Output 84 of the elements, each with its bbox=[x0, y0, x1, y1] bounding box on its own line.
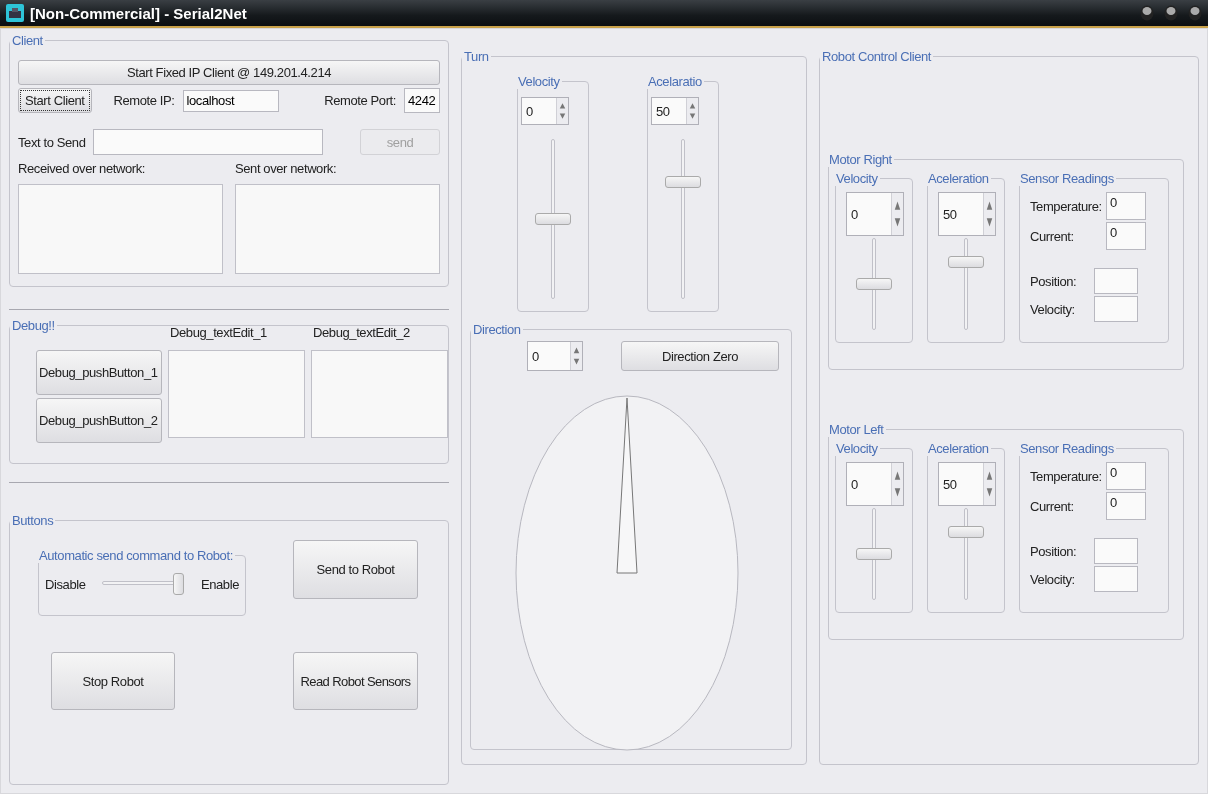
sensor-label: Temperature: bbox=[1030, 468, 1103, 484]
debug-text-edit[interactable] bbox=[311, 350, 448, 438]
spin-box[interactable]: 0 bbox=[846, 462, 904, 506]
remote-ip-field[interactable]: localhost bbox=[182, 89, 279, 112]
field-label: Remote Port: bbox=[324, 93, 396, 108]
window-control-icon[interactable] bbox=[1164, 5, 1178, 21]
field-label: Received over network: bbox=[18, 161, 147, 176]
fixed-ip-client-button[interactable]: Start Fixed IP Client @ 149.201.4.214 bbox=[18, 60, 440, 85]
group-title: Client bbox=[11, 33, 44, 48]
spin-box[interactable]: 0 bbox=[527, 341, 583, 371]
slider-label: Disable bbox=[45, 576, 86, 592]
group-title: Aceleration bbox=[927, 441, 990, 456]
slider-thumb[interactable] bbox=[948, 255, 984, 268]
slider-thumb[interactable] bbox=[856, 548, 892, 560]
spin-arrows-icon[interactable] bbox=[686, 98, 698, 124]
group-title: Velocity bbox=[835, 171, 879, 186]
window-title: [Non-Commercial] - Serial2Net bbox=[30, 4, 247, 22]
sensor-label: Position: bbox=[1030, 543, 1078, 559]
slider-thumb[interactable] bbox=[665, 176, 701, 188]
group-title: Sensor Readings bbox=[1019, 171, 1115, 186]
field-label: Sent over network: bbox=[235, 161, 338, 176]
slider-label: Enable bbox=[200, 576, 239, 592]
group-title: Turn bbox=[463, 49, 490, 64]
debug-button[interactable]: Debug_pushButton_2 bbox=[36, 398, 162, 443]
debug-text-edit[interactable] bbox=[168, 350, 305, 438]
spin-box[interactable]: 50 bbox=[938, 192, 996, 236]
group-title: Aceleration bbox=[927, 171, 990, 186]
slider-thumb[interactable] bbox=[535, 213, 571, 225]
text-edit-label: Debug_textEdit_2 bbox=[312, 325, 411, 340]
text-to-send-field[interactable] bbox=[93, 129, 324, 155]
group-title: Sensor Readings bbox=[1019, 441, 1115, 456]
sensor-value-field bbox=[1094, 538, 1138, 564]
send-to-robot-button[interactable]: Send to Robot bbox=[293, 540, 418, 599]
slider-thumb[interactable] bbox=[948, 525, 984, 538]
sensor-value-field: 0 bbox=[1106, 192, 1146, 220]
group-title: Debug!! bbox=[11, 318, 56, 333]
remote-port-field[interactable]: 4242 bbox=[404, 88, 440, 113]
field-label: Remote IP: bbox=[113, 93, 175, 108]
spin-box[interactable]: 0 bbox=[846, 192, 904, 236]
spin-box[interactable]: 50 bbox=[938, 462, 996, 506]
horizontal-slider[interactable] bbox=[102, 573, 185, 595]
direction-zero-button[interactable]: Direction Zero bbox=[621, 341, 779, 371]
debug-button[interactable]: Debug_pushButton_1 bbox=[36, 350, 162, 395]
group-title: Automatic send command to Robot: bbox=[38, 548, 234, 563]
group-title: Direction bbox=[472, 322, 522, 337]
read-robot-sensors-button[interactable]: Read Robot Sensors bbox=[293, 652, 418, 710]
sensor-label: Current: bbox=[1030, 228, 1075, 244]
spin-arrows-icon[interactable] bbox=[891, 463, 903, 505]
group-title: Buttons bbox=[11, 513, 55, 528]
group-title: Motor Left bbox=[828, 422, 885, 437]
sensor-label: Current: bbox=[1030, 498, 1075, 514]
slider-thumb[interactable] bbox=[856, 278, 892, 290]
sensor-value-field: 0 bbox=[1106, 222, 1146, 250]
sensor-label: Velocity: bbox=[1030, 571, 1076, 587]
spin-arrows-icon[interactable] bbox=[556, 98, 568, 124]
sensor-label: Velocity: bbox=[1030, 301, 1076, 317]
sensor-value-field bbox=[1094, 268, 1138, 294]
sensor-value-field bbox=[1094, 566, 1138, 592]
spin-box[interactable]: 0 bbox=[521, 97, 569, 125]
app-icon bbox=[6, 4, 24, 22]
slider-thumb[interactable] bbox=[173, 573, 185, 595]
field-label: Text to Send bbox=[18, 134, 86, 150]
window-control-icon[interactable] bbox=[1140, 5, 1154, 21]
sensor-value-field: 0 bbox=[1106, 462, 1146, 490]
sensor-label: Temperature: bbox=[1030, 198, 1103, 214]
start-client-button[interactable]: Start Client bbox=[18, 88, 92, 113]
group-title: Acelaratio bbox=[647, 74, 703, 89]
text-edit-label: Debug_textEdit_1 bbox=[169, 325, 268, 340]
received-text-area[interactable] bbox=[18, 184, 223, 274]
sensor-value-field: 0 bbox=[1106, 492, 1146, 520]
spin-arrows-icon[interactable] bbox=[570, 342, 582, 370]
spin-arrows-icon[interactable] bbox=[891, 193, 903, 235]
group-title: Motor Right bbox=[828, 152, 893, 167]
sensor-value-field bbox=[1094, 296, 1138, 322]
group-title: Robot Control Client bbox=[821, 49, 933, 64]
sent-text-area[interactable] bbox=[235, 184, 440, 274]
spin-arrows-icon[interactable] bbox=[983, 193, 995, 235]
window-control-icon[interactable] bbox=[1188, 5, 1202, 21]
spin-box[interactable]: 50 bbox=[651, 97, 699, 125]
group-title: Velocity bbox=[835, 441, 879, 456]
group-title: Velocity bbox=[517, 74, 561, 89]
sensor-label: Position: bbox=[1030, 273, 1078, 289]
spin-arrows-icon[interactable] bbox=[983, 463, 995, 505]
stop-robot-button[interactable]: Stop Robot bbox=[51, 652, 175, 710]
